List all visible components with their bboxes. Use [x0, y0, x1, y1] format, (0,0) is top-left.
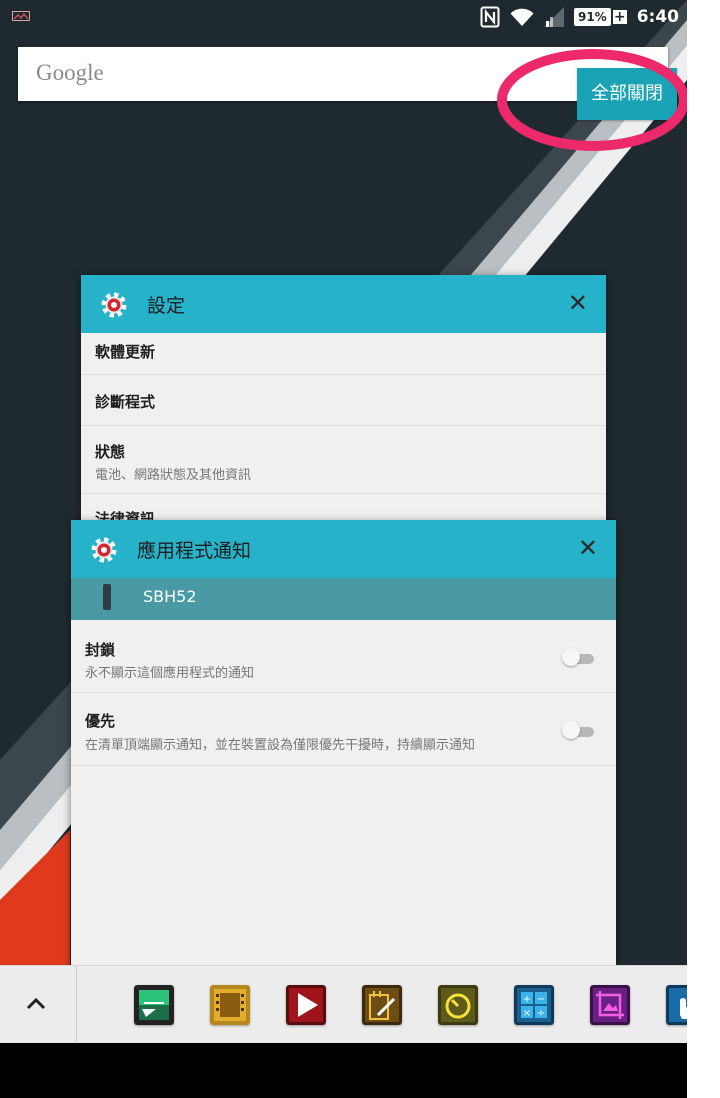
video-player-icon[interactable]	[286, 985, 326, 1025]
notification-card-header: 應用程式通知 ✕	[71, 520, 616, 578]
headset-device-icon	[103, 584, 111, 610]
wifi-icon	[510, 8, 534, 26]
settings-card-close-button[interactable]: ✕	[568, 289, 588, 317]
close-all-button[interactable]: 全部關閉	[577, 68, 677, 120]
small-apps-dock: + − × ÷	[0, 965, 687, 1044]
settings-card-header: 設定 ✕	[81, 275, 606, 333]
option-block[interactable]: 封鎖 永不顯示這個應用程式的通知	[71, 620, 616, 693]
priority-toggle-switch[interactable]	[562, 721, 594, 739]
svg-text:÷: ÷	[537, 1008, 545, 1019]
notepad-icon[interactable]	[362, 985, 402, 1025]
nfc-icon	[480, 6, 500, 28]
status-bar: 91% + 6:40	[0, 0, 687, 34]
settings-item-label: 軟體更新	[95, 343, 156, 361]
google-search-bar[interactable]: Google	[18, 47, 668, 101]
notification-card-close-button[interactable]: ✕	[578, 534, 598, 562]
option-description: 在清單頂端顯示通知，並在裝置設為僅限優先干擾時，持續顯示通知	[85, 738, 476, 753]
option-priority[interactable]: 優先 在清單頂端顯示通知，並在裝置設為僅限優先干擾時，持續顯示通知	[71, 693, 616, 766]
settings-gear-icon	[101, 292, 127, 318]
settings-item-diagnostics[interactable]: 診斷程式	[81, 375, 606, 426]
calculator-icon[interactable]: + − × ÷	[514, 985, 554, 1025]
settings-gear-icon	[91, 537, 117, 563]
option-title: 優先	[85, 712, 116, 730]
battery-level: 91%	[573, 8, 611, 26]
movie-creator-icon[interactable]	[210, 985, 250, 1025]
recent-app-card-settings[interactable]: 設定 ✕ 軟體更新 診斷程式 狀態 電池、網路狀態及其他資訊 法律資訊	[81, 275, 606, 525]
dock-divider	[76, 966, 77, 1044]
option-description: 永不顯示這個應用程式的通知	[85, 666, 255, 681]
timer-icon[interactable]	[438, 985, 478, 1025]
signal-icon	[543, 7, 564, 27]
settings-item-software-update[interactable]: 軟體更新	[81, 333, 606, 375]
option-title: 封鎖	[85, 641, 116, 659]
screen-crop-icon[interactable]	[590, 985, 630, 1025]
touch-block-icon[interactable]	[666, 985, 687, 1025]
settings-card-title: 設定	[147, 295, 186, 317]
settings-item-label: 狀態	[95, 443, 126, 461]
svg-text:+: +	[523, 994, 531, 1005]
sketch-app-icon[interactable]	[134, 985, 174, 1025]
block-toggle-switch[interactable]	[562, 648, 594, 666]
settings-item-status[interactable]: 狀態 電池、網路狀態及其他資訊	[81, 426, 606, 494]
recent-app-card-app-notifications[interactable]: 應用程式通知 ✕ SBH52 封鎖 永不顯示這個應用程式的通知 優先 在清單頂端…	[71, 520, 616, 970]
clock: 6:40	[636, 7, 679, 27]
battery-indicator: 91% +	[573, 8, 627, 26]
google-logo: Google	[36, 60, 104, 85]
chevron-up-icon[interactable]	[20, 988, 52, 1020]
settings-item-label: 診斷程式	[95, 393, 156, 411]
notification-image-icon	[12, 11, 30, 21]
app-name: SBH52	[143, 587, 197, 606]
charging-icon: +	[612, 9, 627, 25]
navigation-bar	[0, 1043, 687, 1098]
app-header: SBH52	[71, 578, 616, 620]
screen: 91% + 6:40 Google 設定 ✕ 軟體更新 診斷程式 狀態 電池、網…	[0, 0, 687, 1098]
svg-text:×: ×	[523, 1008, 531, 1019]
settings-item-description: 電池、網路狀態及其他資訊	[95, 468, 252, 483]
svg-text:−: −	[537, 994, 545, 1005]
notification-card-title: 應用程式通知	[137, 540, 252, 562]
